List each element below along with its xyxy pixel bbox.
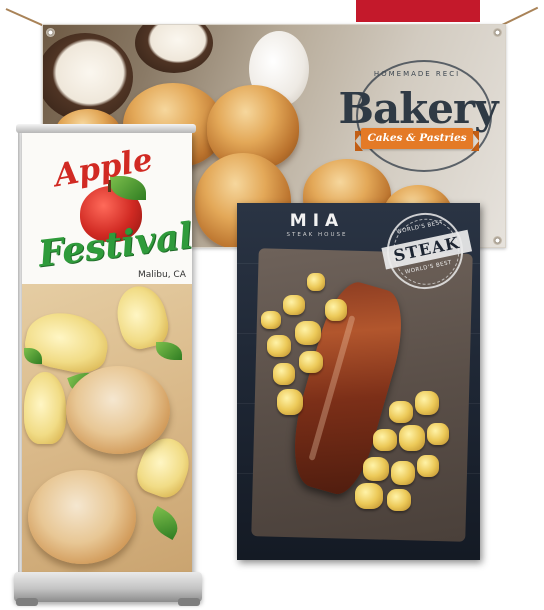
standee-foot — [178, 598, 200, 606]
potato-image — [277, 389, 303, 415]
potato-image — [307, 273, 325, 291]
standee-top-rail — [16, 124, 196, 133]
restaurant-name: MIA — [289, 211, 345, 231]
restaurant-subtitle: STEAK HOUSE — [286, 232, 348, 238]
potato-image — [427, 423, 449, 445]
coconut-half-image — [43, 33, 133, 121]
festival-location: Malibu, CA — [138, 270, 186, 280]
standee-base — [14, 572, 202, 602]
steak-house-poster: MIA STEAK HOUSE WORLD'S BEST STEAK WORLD… — [237, 203, 480, 560]
coconut-piece-image — [135, 25, 213, 73]
pastry-image — [28, 470, 136, 564]
potato-image — [417, 455, 439, 477]
potato-image — [389, 401, 413, 423]
bakery-arc-text: HOMEMADE RECI — [373, 70, 461, 78]
grommet — [493, 236, 502, 245]
potato-image — [391, 461, 415, 485]
grommet — [493, 28, 502, 37]
bakery-brand-title: Bakery — [338, 84, 498, 133]
standee-foot — [16, 598, 38, 606]
potato-image — [283, 295, 305, 315]
potato-image — [399, 425, 425, 451]
pastry-image — [66, 366, 170, 454]
potato-image — [355, 483, 383, 509]
potato-image — [325, 299, 347, 321]
grommet — [46, 28, 55, 37]
left-hanging-rope — [5, 8, 45, 27]
potato-image — [415, 391, 439, 415]
potato-image — [387, 489, 411, 511]
apple-slice-image — [24, 372, 66, 444]
red-banner-edge — [356, 0, 480, 22]
potato-image — [267, 335, 291, 357]
potato-image — [373, 429, 397, 451]
bakery-tagline-ribbon: Cakes & Pastries — [361, 128, 473, 149]
potato-image — [299, 351, 323, 373]
potato-image — [295, 321, 321, 345]
potato-image — [261, 311, 281, 329]
potato-image — [273, 363, 295, 385]
potato-image — [363, 457, 389, 481]
